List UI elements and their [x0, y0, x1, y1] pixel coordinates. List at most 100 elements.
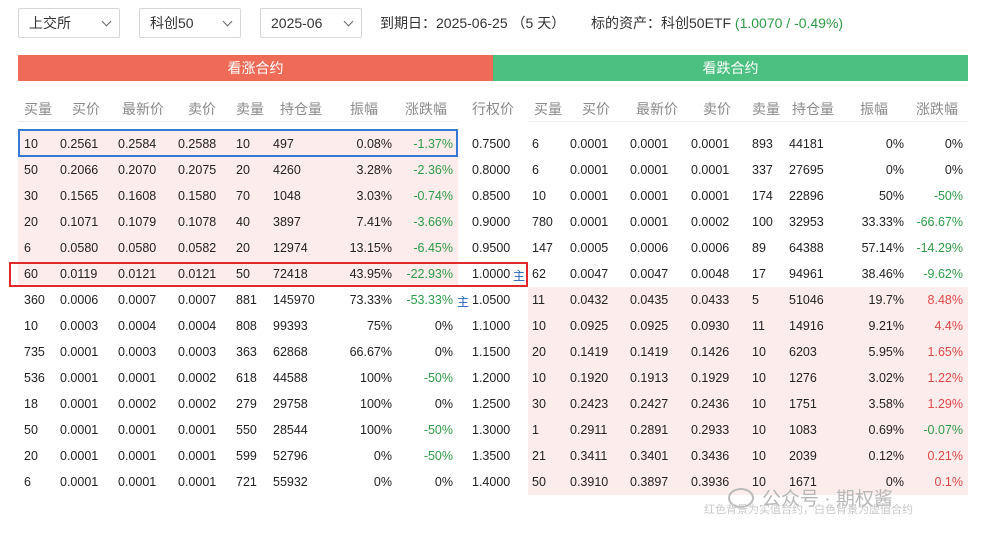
- put-cell: 0.0001: [570, 215, 609, 229]
- call-cell: 0%: [373, 475, 392, 489]
- strike-price: 0.9500: [472, 241, 511, 255]
- call-cell: -50%: [423, 423, 453, 437]
- call-row[interactable]: 6 0.0580 0.0580 0.0582 20 12974 13.15% -6.45%: [18, 235, 458, 261]
- put-row[interactable]: 780 0.0001 0.0001 0.0002 100 32953 33.33% -66.6…: [528, 209, 968, 235]
- put-cell: 0.2891: [630, 423, 669, 437]
- put-cell: 5: [752, 293, 759, 307]
- put-row[interactable]: 10 0.0001 0.0001 0.0001 174 22896 50% -50%: [528, 183, 968, 209]
- put-row[interactable]: 21 0.3411 0.3401 0.3436 10 2039 0.12% 0.21%: [528, 443, 968, 469]
- call-cell: 0.0580: [60, 241, 99, 255]
- call-cell: -53.33%: [406, 293, 453, 307]
- call-cell: 721: [236, 475, 257, 489]
- call-cell: 0.0002: [118, 397, 157, 411]
- call-cell: 99393: [273, 319, 308, 333]
- call-cell: 0.0002: [178, 371, 217, 385]
- put-cell: -66.67%: [916, 215, 963, 229]
- put-cell: 1.65%: [927, 345, 963, 359]
- put-cell: 10: [752, 345, 766, 359]
- call-cell: 618: [236, 371, 257, 385]
- exchange-select[interactable]: 上交所: [18, 8, 120, 38]
- call-row[interactable]: 360 0.0006 0.0007 0.0007 881 145970 73.33% -53.…: [18, 287, 458, 313]
- call-row[interactable]: 536 0.0001 0.0001 0.0002 618 44588 100% -50%: [18, 365, 458, 391]
- call-cell: -50%: [423, 449, 453, 463]
- put-cell: 27695: [789, 163, 824, 177]
- legend-footnote: 红色背景为实值合约，白色背景为虚值合约: [704, 504, 913, 516]
- month-select[interactable]: 2025-06: [260, 8, 362, 38]
- put-row[interactable]: 30 0.2423 0.2427 0.2436 10 1751 3.58% 1.29%: [528, 391, 968, 417]
- put-cell: 19.7%: [868, 293, 904, 307]
- call-cell: 0%: [434, 345, 453, 359]
- put-row[interactable]: 10 0.0925 0.0925 0.0930 11 14916 9.21% 4.4%: [528, 313, 968, 339]
- call-cell: 0.1079: [118, 215, 157, 229]
- call-col-header[interactable]: 买价: [72, 97, 100, 121]
- put-cell: 0.0001: [691, 163, 730, 177]
- call-row[interactable]: 20 0.1071 0.1079 0.1078 40 3897 7.41% -3.66%: [18, 209, 458, 235]
- put-cell: 1: [532, 423, 539, 437]
- put-cell: 0.1929: [691, 371, 730, 385]
- call-cell: 100%: [360, 423, 392, 437]
- call-cell: 0%: [373, 449, 392, 463]
- call-cell: 6: [24, 241, 31, 255]
- put-row[interactable]: 11 0.0432 0.0435 0.0433 5 51046 19.7% 8.48%: [528, 287, 968, 313]
- call-cell: 7.41%: [356, 215, 392, 229]
- call-cell: 0.1608: [118, 189, 157, 203]
- call-col-header[interactable]: 最新价: [122, 97, 164, 121]
- put-cell: 0.0005: [570, 241, 609, 255]
- put-row[interactable]: 10 0.1920 0.1913 0.1929 10 1276 3.02% 1.22%: [528, 365, 968, 391]
- call-cell: 0%: [434, 319, 453, 333]
- call-row[interactable]: 50 0.2066 0.2070 0.2075 20 4260 3.28% -2.36%: [18, 157, 458, 183]
- strike-col-header[interactable]: 行权价: [472, 97, 514, 121]
- put-cell: 100: [752, 215, 773, 229]
- call-row[interactable]: 50 0.0001 0.0001 0.0001 550 28544 100% -50%: [18, 417, 458, 443]
- put-cell: 10: [532, 319, 546, 333]
- call-col-header[interactable]: 持仓量: [280, 97, 322, 121]
- chevron-down-icon: [222, 16, 233, 27]
- put-cell: 0.1920: [570, 371, 609, 385]
- put-col-header[interactable]: 振幅: [860, 97, 888, 121]
- put-row[interactable]: 62 0.0047 0.0047 0.0048 17 94961 38.46% -9.62%: [528, 261, 968, 287]
- put-cell: 0.0001: [570, 189, 609, 203]
- put-row[interactable]: 6 0.0001 0.0001 0.0001 893 44181 0% 0%: [528, 131, 968, 157]
- put-col-header[interactable]: 持仓量: [792, 97, 834, 121]
- put-col-header[interactable]: 卖量: [752, 97, 780, 121]
- put-row[interactable]: 1 0.2911 0.2891 0.2933 10 1083 0.69% -0.07%: [528, 417, 968, 443]
- put-cell: 0.3897: [630, 475, 669, 489]
- put-col-header[interactable]: 卖价: [703, 97, 731, 121]
- call-cell: 0.0001: [118, 371, 157, 385]
- call-col-header[interactable]: 买量: [24, 97, 52, 121]
- call-row[interactable]: 18 0.0001 0.0002 0.0002 279 29758 100% 0%: [18, 391, 458, 417]
- put-cell: 0.2423: [570, 397, 609, 411]
- call-row[interactable]: 735 0.0001 0.0003 0.0003 363 62868 66.67% 0%: [18, 339, 458, 365]
- call-row[interactable]: 30 0.1565 0.1608 0.1580 70 1048 3.03% -0.74%: [18, 183, 458, 209]
- call-cell: 0.0006: [60, 293, 99, 307]
- call-row[interactable]: 20 0.0001 0.0001 0.0001 599 52796 0% -50%: [18, 443, 458, 469]
- call-col-header[interactable]: 涨跌幅: [405, 97, 447, 121]
- put-cell: 0%: [944, 137, 963, 151]
- call-cell: 599: [236, 449, 257, 463]
- put-row[interactable]: 147 0.0005 0.0006 0.0006 89 64388 57.14% -14.29…: [528, 235, 968, 261]
- call-cell: 279: [236, 397, 257, 411]
- underlying-quote: (1.0070 / -0.49%): [734, 15, 844, 31]
- underlying-select[interactable]: 科创50: [139, 8, 241, 38]
- strike-price: 1.1000: [472, 319, 511, 333]
- call-col-header[interactable]: 卖量: [236, 97, 264, 121]
- put-col-header[interactable]: 涨跌幅: [916, 97, 958, 121]
- call-cell: 0.0003: [60, 319, 99, 333]
- call-col-header[interactable]: 卖价: [188, 97, 216, 121]
- put-row[interactable]: 6 0.0001 0.0001 0.0001 337 27695 0% 0%: [528, 157, 968, 183]
- put-row[interactable]: 20 0.1419 0.1419 0.1426 10 6203 5.95% 1.65%: [528, 339, 968, 365]
- call-cell: 100%: [360, 397, 392, 411]
- put-col-header[interactable]: 买价: [582, 97, 610, 121]
- call-row[interactable]: 10 0.0003 0.0004 0.0004 808 99393 75% 0%: [18, 313, 458, 339]
- call-cell: 50: [24, 163, 38, 177]
- put-cell: 0.1%: [934, 475, 964, 489]
- put-cell: 10: [752, 397, 766, 411]
- put-cell: 0.1419: [630, 345, 669, 359]
- call-row[interactable]: 6 0.0001 0.0001 0.0001 721 55932 0% 0%: [18, 469, 458, 495]
- put-col-header[interactable]: 买量: [534, 97, 562, 121]
- call-col-header[interactable]: 振幅: [350, 97, 378, 121]
- put-cell: 0.0925: [570, 319, 609, 333]
- put-cell: 0.0001: [630, 215, 669, 229]
- put-col-header[interactable]: 最新价: [636, 97, 678, 121]
- call-cell: 62868: [273, 345, 308, 359]
